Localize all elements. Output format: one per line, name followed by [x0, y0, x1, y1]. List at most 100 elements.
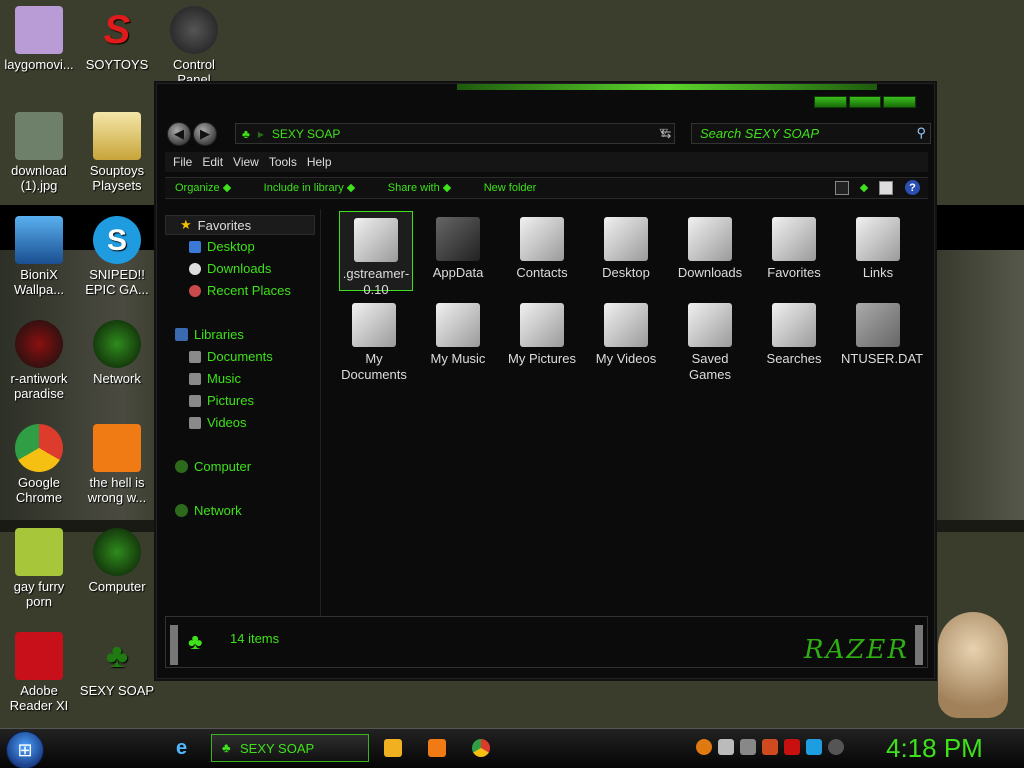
file-item-my-music[interactable]: My Music: [421, 297, 495, 367]
nav-network[interactable]: Network: [175, 503, 242, 518]
menu-view[interactable]: View: [233, 155, 265, 169]
saved-games-folder-icon: [688, 303, 732, 347]
nav-label: Recent Places: [207, 283, 291, 298]
minimize-button[interactable]: [814, 96, 847, 108]
file-item-appdata[interactable]: AppData: [421, 211, 495, 281]
share-with-button[interactable]: Share with: [388, 182, 451, 194]
nav-item-music[interactable]: Music: [189, 371, 241, 386]
help-button[interactable]: ?: [905, 180, 920, 195]
file-label: Favorites: [767, 265, 821, 280]
address-field[interactable]: ♣ ▸ SEXY SOAP ▽: [235, 123, 675, 144]
desktop-icon-computer[interactable]: Computer: [78, 528, 156, 594]
taskbar-item-sexy-soap[interactable]: ♣ SEXY SOAP: [211, 734, 369, 762]
searches-folder-icon: [772, 303, 816, 347]
device-tray-icon[interactable]: [718, 739, 734, 755]
desktop-folder-icon: [604, 217, 648, 261]
desktop-icon-google-chrome[interactable]: Google Chrome: [0, 424, 78, 505]
flag-icon[interactable]: [784, 739, 800, 755]
desktop-icon-souptoys-playsets[interactable]: Souptoys Playsets: [78, 112, 156, 193]
nav-item-videos[interactable]: Videos: [189, 415, 247, 430]
taskbar: ⊞ e ♣ SEXY SOAP 4:18 PM: [0, 728, 1024, 768]
desktop-icon-control-panel[interactable]: Control Panel: [155, 6, 233, 87]
file-label: .gstreamer-0.10: [342, 266, 410, 297]
menu-help[interactable]: Help: [307, 155, 338, 169]
music-folder-icon: [436, 303, 480, 347]
nav-item-pictures[interactable]: Pictures: [189, 393, 254, 408]
file-item-my-documents[interactable]: My Documents: [337, 297, 411, 383]
menu-file[interactable]: File: [173, 155, 198, 169]
chrome-icon[interactable]: [472, 739, 490, 757]
app-tray-icon-2[interactable]: [762, 739, 778, 755]
file-item-favorites[interactable]: Favorites: [757, 211, 831, 281]
nav-item-recent-places[interactable]: Recent Places: [189, 283, 291, 298]
maximize-button[interactable]: [848, 96, 882, 108]
view-dropdown-icon[interactable]: [859, 183, 869, 192]
view-controls: ?: [835, 180, 920, 195]
organize-button[interactable]: Organize: [175, 182, 231, 194]
change-view-icon[interactable]: [835, 180, 849, 195]
file-item-downloads[interactable]: Downloads: [673, 211, 747, 281]
file-item-contacts[interactable]: Contacts: [505, 211, 579, 281]
nav-libraries[interactable]: Libraries: [175, 327, 244, 342]
file-list: .gstreamer-0.10 AppData Contacts Desktop…: [327, 206, 927, 616]
details-pane-right-edge: [915, 625, 923, 665]
details-pane-left-edge: [170, 625, 178, 665]
volume-icon[interactable]: [828, 739, 844, 755]
file-item-searches[interactable]: Searches: [757, 297, 831, 367]
dropdown-icon: [222, 183, 231, 193]
razer-snake-icon: ♣: [222, 740, 231, 755]
shortcut-icon: [15, 320, 63, 368]
internet-explorer-icon[interactable]: e: [176, 737, 187, 760]
desktop-icon-bionix[interactable]: BioniX Wallpa...: [0, 216, 78, 297]
desktop-icon-network[interactable]: Network: [78, 320, 156, 386]
app-tray-icon[interactable]: [740, 739, 756, 755]
desktop-icon-gay-furry[interactable]: gay furry porn: [0, 528, 78, 609]
preview-pane-icon[interactable]: [879, 180, 893, 195]
desktop-icon-sexy-soap[interactable]: ♣ SEXY SOAP: [78, 632, 156, 699]
uc-browser-icon[interactable]: [428, 739, 446, 757]
desktop-icon-laygomovi[interactable]: laygomovi...: [0, 6, 78, 72]
favorites-label: Favorites: [197, 217, 252, 233]
search-icon[interactable]: ⚲: [916, 125, 926, 141]
file-item-my-pictures[interactable]: My Pictures: [505, 297, 579, 367]
organize-label: Organize: [175, 182, 220, 194]
network-label: Network: [194, 503, 242, 518]
address-bar-row: ◀ ▶ ♣ ▸ SEXY SOAP ▽ ⇆ Search SEXY SOAP ⚲: [165, 120, 931, 148]
menu-edit[interactable]: Edit: [202, 155, 229, 169]
desktop-icon-r-antiwork[interactable]: r-antiwork paradise: [0, 320, 78, 401]
soytoys-s-icon: S: [103, 7, 131, 52]
menu-tools[interactable]: Tools: [269, 155, 303, 169]
clock[interactable]: 4:18 PM: [886, 733, 983, 764]
include-in-library-button[interactable]: Include in library: [264, 182, 355, 194]
desktop-icon-adobe-reader[interactable]: Adobe Reader XI: [0, 632, 78, 713]
back-button[interactable]: ◀: [167, 122, 191, 146]
refresh-icon[interactable]: ⇆: [655, 123, 677, 144]
nav-item-downloads[interactable]: Downloads: [189, 261, 271, 276]
desktop-icon-download-jpg[interactable]: download (1).jpg: [0, 112, 78, 193]
search-input[interactable]: Search SEXY SOAP ⚲: [691, 123, 931, 144]
file-item-saved-games[interactable]: Saved Games: [673, 297, 747, 383]
nav-item-documents[interactable]: Documents: [189, 349, 273, 364]
desktop-icon-sniped[interactable]: S SNIPED!! EPIC GA...: [78, 216, 156, 297]
file-item-ntuser-dat[interactable]: NTUSER.DAT: [841, 297, 923, 367]
media-player-icon[interactable]: [384, 739, 402, 757]
desktop-icon-soytoys[interactable]: S SOYTOYS: [78, 6, 156, 73]
new-folder-button[interactable]: New folder: [484, 182, 537, 194]
network-tray-icon[interactable]: [806, 739, 822, 755]
nav-favorites[interactable]: ★ Favorites: [165, 215, 315, 235]
breadcrumb-arrow-icon: ▸: [257, 126, 264, 141]
file-item-my-videos[interactable]: My Videos: [589, 297, 663, 367]
nav-item-desktop[interactable]: Desktop: [189, 239, 255, 254]
desktop-icon-the-hell[interactable]: the hell is wrong w...: [78, 424, 156, 505]
file-label: Links: [862, 265, 894, 280]
search-tray-icon[interactable]: [696, 739, 712, 755]
nav-computer[interactable]: Computer: [175, 459, 251, 474]
documents-folder-icon: [352, 303, 396, 347]
file-item-links[interactable]: Links: [841, 211, 915, 281]
forward-button[interactable]: ▶: [193, 122, 217, 146]
close-button[interactable]: [883, 96, 917, 108]
start-button[interactable]: ⊞: [6, 731, 44, 768]
file-item-gstreamer[interactable]: .gstreamer-0.10: [339, 211, 413, 297]
monitor-icon: [15, 216, 63, 264]
file-item-desktop[interactable]: Desktop: [589, 211, 663, 281]
